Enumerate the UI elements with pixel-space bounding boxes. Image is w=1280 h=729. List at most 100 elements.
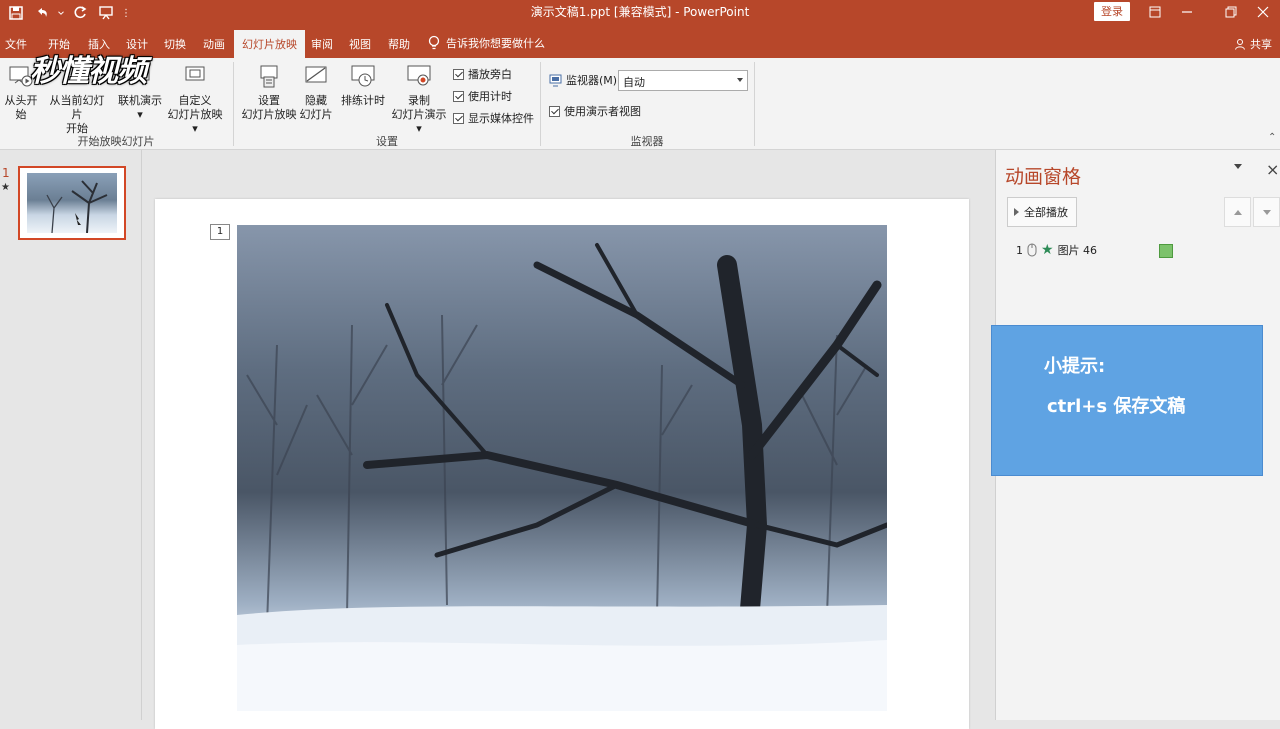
move-up-button[interactable]: [1224, 197, 1251, 227]
tab-slideshow[interactable]: 幻灯片放映: [234, 30, 305, 58]
setup-slideshow-icon: [260, 65, 278, 88]
login-button[interactable]: 登录: [1094, 2, 1130, 21]
tab-help[interactable]: 帮助: [388, 36, 410, 52]
presenter-view-label: 使用演示者视图: [564, 105, 641, 118]
chevron-down-icon: ▾: [137, 108, 143, 121]
from-current-label-1: 从当前幻灯片: [49, 94, 105, 121]
presenter-view-checkbox[interactable]: 使用演示者视图: [549, 103, 641, 119]
rehearse-timings-button[interactable]: 排练计时: [340, 63, 386, 108]
mouse-click-icon: [1027, 243, 1037, 257]
monitor-label: 监视器(M):: [566, 74, 621, 87]
play-all-button[interactable]: 全部播放: [1007, 197, 1077, 227]
monitor-value: 自动: [623, 76, 645, 89]
monitor-group-label: 监视器: [630, 135, 664, 148]
animation-order-tag[interactable]: 1: [210, 224, 230, 240]
tab-transitions[interactable]: 切换: [164, 36, 186, 52]
play-all-label: 全部播放: [1024, 206, 1068, 219]
show-media-label: 显示媒体控件: [468, 112, 534, 125]
title-bar: ⋮ 演示文稿1.ppt [兼容模式] - PowerPoint 登录: [0, 0, 1280, 30]
slide-thumbnails-pane: 1 ★: [0, 150, 142, 720]
customize-toolbar-icon[interactable]: ⋮: [120, 2, 132, 24]
tell-me-label: 告诉我你想要做什么: [446, 37, 545, 50]
redo-icon[interactable]: [68, 2, 92, 24]
ribbon-display-options-icon[interactable]: [1140, 2, 1170, 22]
show-media-controls-checkbox[interactable]: 显示媒体控件: [453, 110, 534, 126]
animation-pane-title: 动画窗格: [1005, 166, 1082, 188]
setup-group-label: 设置: [376, 135, 398, 148]
presentation-icon[interactable]: [94, 2, 118, 24]
checkbox-checked[interactable]: [453, 112, 464, 124]
collapse-ribbon-icon[interactable]: ⌃: [1268, 132, 1276, 143]
document-title: 演示文稿1.ppt [兼容模式] - PowerPoint: [530, 5, 750, 19]
checkbox-checked[interactable]: [549, 105, 560, 117]
hide-slide-icon: [305, 66, 327, 83]
slide-thumbnail[interactable]: [18, 166, 126, 240]
restore-icon[interactable]: [1216, 2, 1246, 22]
chevron-down-icon: [737, 78, 743, 82]
checkbox-checked[interactable]: [453, 90, 464, 102]
rehearse-label: 排练计时: [341, 94, 385, 107]
tell-me-search[interactable]: 告诉我你想要做什么: [428, 35, 545, 51]
thumbnail-image: [27, 173, 117, 233]
arrow-down-icon: [1262, 209, 1271, 215]
record-icon: [407, 65, 431, 86]
record-slideshow-button[interactable]: 录制 幻灯片演示 ▾: [388, 63, 450, 136]
stopwatch-icon: [351, 65, 375, 87]
group-divider: [754, 62, 755, 146]
tab-file[interactable]: 文件: [5, 36, 27, 52]
animation-item-number: 1: [1016, 243, 1023, 257]
use-timings-label: 使用计时: [468, 90, 512, 103]
tree-thumbnail-icon: [46, 180, 108, 233]
ribbon-tabs: 文件 开始 插入 设计 切换 动画 幻灯片放映 审阅 视图 帮助 告诉我你想要做…: [0, 30, 1280, 58]
ribbon: 从头开始 从当前幻灯片 开始 联机演示 ▾ 自定义 幻灯片放映 ▾ 开始放映幻灯…: [0, 58, 1280, 150]
monitor-dropdown[interactable]: 自动: [618, 70, 748, 91]
setup-label-1: 设置: [258, 94, 280, 107]
start-group-label: 开始放映幻灯片: [77, 135, 155, 148]
custom-slideshow-icon: [185, 66, 205, 81]
use-timings-checkbox[interactable]: 使用计时: [453, 88, 512, 104]
tip-body: ctrl+s 保存文稿: [1047, 396, 1186, 417]
hide-label-1: 隐藏: [305, 94, 327, 107]
play-narration-checkbox[interactable]: 播放旁白: [453, 66, 512, 82]
setup-label-2: 幻灯片放映: [241, 108, 297, 121]
group-divider: [233, 62, 234, 146]
chevron-down-icon[interactable]: [56, 2, 66, 24]
animation-list-item[interactable]: 1 ★ 图片 46: [1016, 242, 1176, 258]
online-present-label: 联机演示: [118, 94, 162, 107]
undo-icon[interactable]: [30, 2, 54, 24]
animation-star-icon: ★: [1, 182, 10, 193]
snow-tree-picture[interactable]: [237, 225, 887, 711]
record-label-2: 幻灯片演示: [391, 108, 447, 121]
slide-number: 1: [2, 166, 10, 180]
setup-slideshow-button[interactable]: 设置 幻灯片放映: [238, 63, 300, 122]
minimize-icon[interactable]: [1172, 2, 1202, 22]
timing-bar[interactable]: [1159, 244, 1173, 258]
close-pane-icon[interactable]: ×: [1266, 160, 1279, 179]
watermark-logo: 秒懂视频: [30, 54, 147, 89]
quick-access-toolbar: ⋮: [4, 2, 132, 24]
arrow-up-icon: [1233, 209, 1242, 215]
hide-label-2: 幻灯片: [299, 108, 333, 121]
checkbox-checked[interactable]: [453, 68, 464, 80]
tab-animations[interactable]: 动画: [203, 36, 225, 52]
custom-label-2: 幻灯片放映: [167, 108, 223, 121]
monitor-label-row: 监视器(M):: [549, 72, 621, 88]
move-down-button[interactable]: [1253, 197, 1280, 227]
play-icon: [1014, 208, 1019, 216]
tip-overlay: 小提示: ctrl+s 保存文稿: [991, 325, 1263, 476]
tab-view[interactable]: 视图: [349, 36, 371, 52]
play-narration-label: 播放旁白: [468, 68, 512, 81]
monitor-icon: [549, 74, 562, 86]
share-label: 共享: [1250, 38, 1272, 51]
tab-review[interactable]: 审阅: [311, 36, 333, 52]
save-icon[interactable]: [4, 2, 28, 24]
hide-slide-button[interactable]: 隐藏 幻灯片: [298, 63, 334, 122]
pane-options-icon[interactable]: [1234, 164, 1242, 169]
group-divider: [540, 62, 541, 146]
share-button[interactable]: 共享: [1234, 36, 1272, 52]
custom-slideshow-button[interactable]: 自定义 幻灯片放映 ▾: [164, 63, 226, 136]
close-icon[interactable]: [1248, 2, 1278, 22]
snowy-tree-illustration: [237, 243, 887, 711]
custom-label-1: 自定义: [178, 94, 212, 107]
lightbulb-icon: [428, 35, 440, 50]
